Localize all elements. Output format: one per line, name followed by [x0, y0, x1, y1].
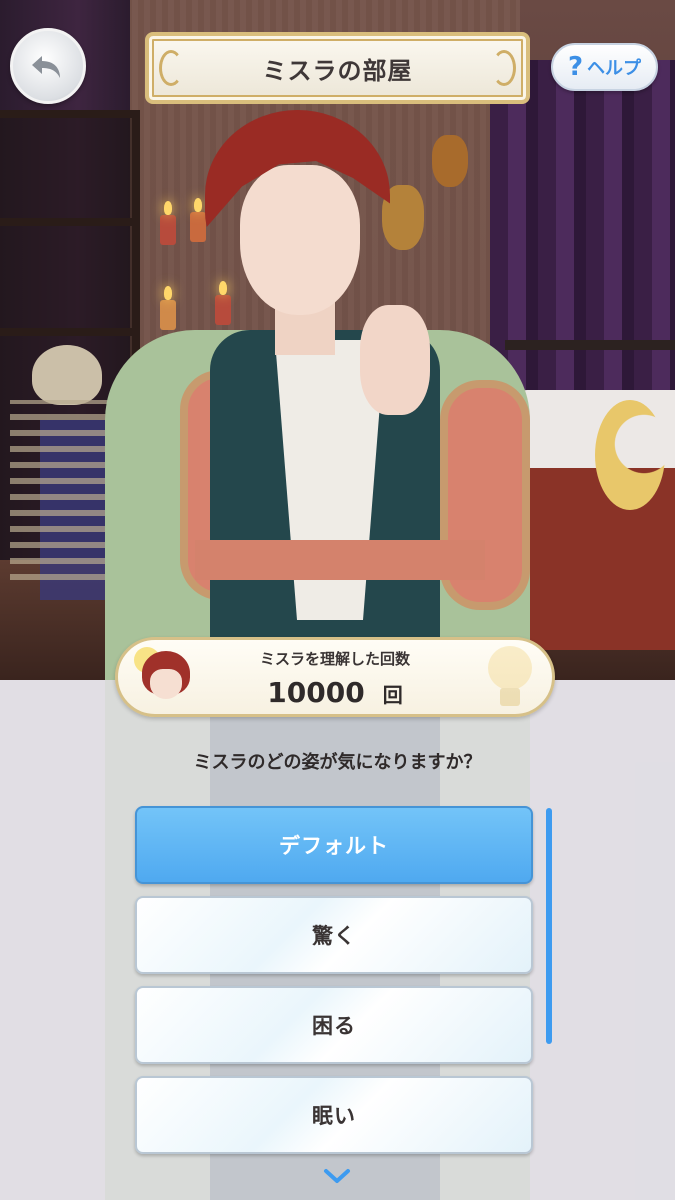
candle — [160, 201, 176, 245]
candle — [190, 198, 206, 242]
shelf-board — [0, 328, 140, 336]
option-troubled[interactable]: 困る — [135, 986, 533, 1064]
option-default[interactable]: デフォルト — [135, 806, 533, 884]
chevron-down-icon[interactable] — [321, 1164, 353, 1188]
expression-option-list: デフォルト 驚く 困る 眠い — [135, 806, 533, 1166]
candle — [160, 286, 176, 330]
flourish-right — [492, 50, 516, 86]
flourish-left — [159, 50, 183, 86]
shelf-board — [0, 218, 140, 226]
bed-rail — [505, 340, 675, 350]
back-button[interactable] — [10, 28, 86, 104]
counter-number: 10000 — [267, 676, 365, 709]
option-label: 眠い — [312, 1104, 356, 1128]
help-button[interactable]: ? ヘルプ — [551, 43, 658, 91]
option-sleepy[interactable]: 眠い — [135, 1076, 533, 1154]
character-sash — [195, 540, 485, 580]
back-arrow-icon — [32, 56, 60, 78]
wall-mask — [432, 135, 468, 187]
help-label: ヘルプ — [587, 58, 642, 79]
candle — [215, 281, 231, 325]
counter-unit: 回 — [382, 683, 403, 707]
page-title: ミスラの部屋 — [262, 56, 413, 85]
option-label: デフォルト — [279, 834, 389, 858]
option-surprised[interactable]: 驚く — [135, 896, 533, 974]
skull — [32, 345, 102, 405]
character-hand — [360, 305, 430, 415]
question-text: ミスラのどの姿が気になりますか？ — [193, 752, 482, 773]
option-label: 困る — [312, 1014, 356, 1038]
understanding-counter: ミスラを理解した回数 10000 回 — [115, 637, 555, 717]
moon-pillow — [595, 400, 665, 510]
lightbulb-decor-icon — [488, 646, 532, 706]
character-face — [240, 165, 360, 315]
question-mark-icon: ? — [567, 52, 584, 82]
option-label: 驚く — [312, 924, 356, 948]
skeleton — [10, 400, 120, 580]
page-title-plate: ミスラの部屋 — [145, 32, 530, 104]
option-scrollbar[interactable] — [546, 808, 552, 1044]
